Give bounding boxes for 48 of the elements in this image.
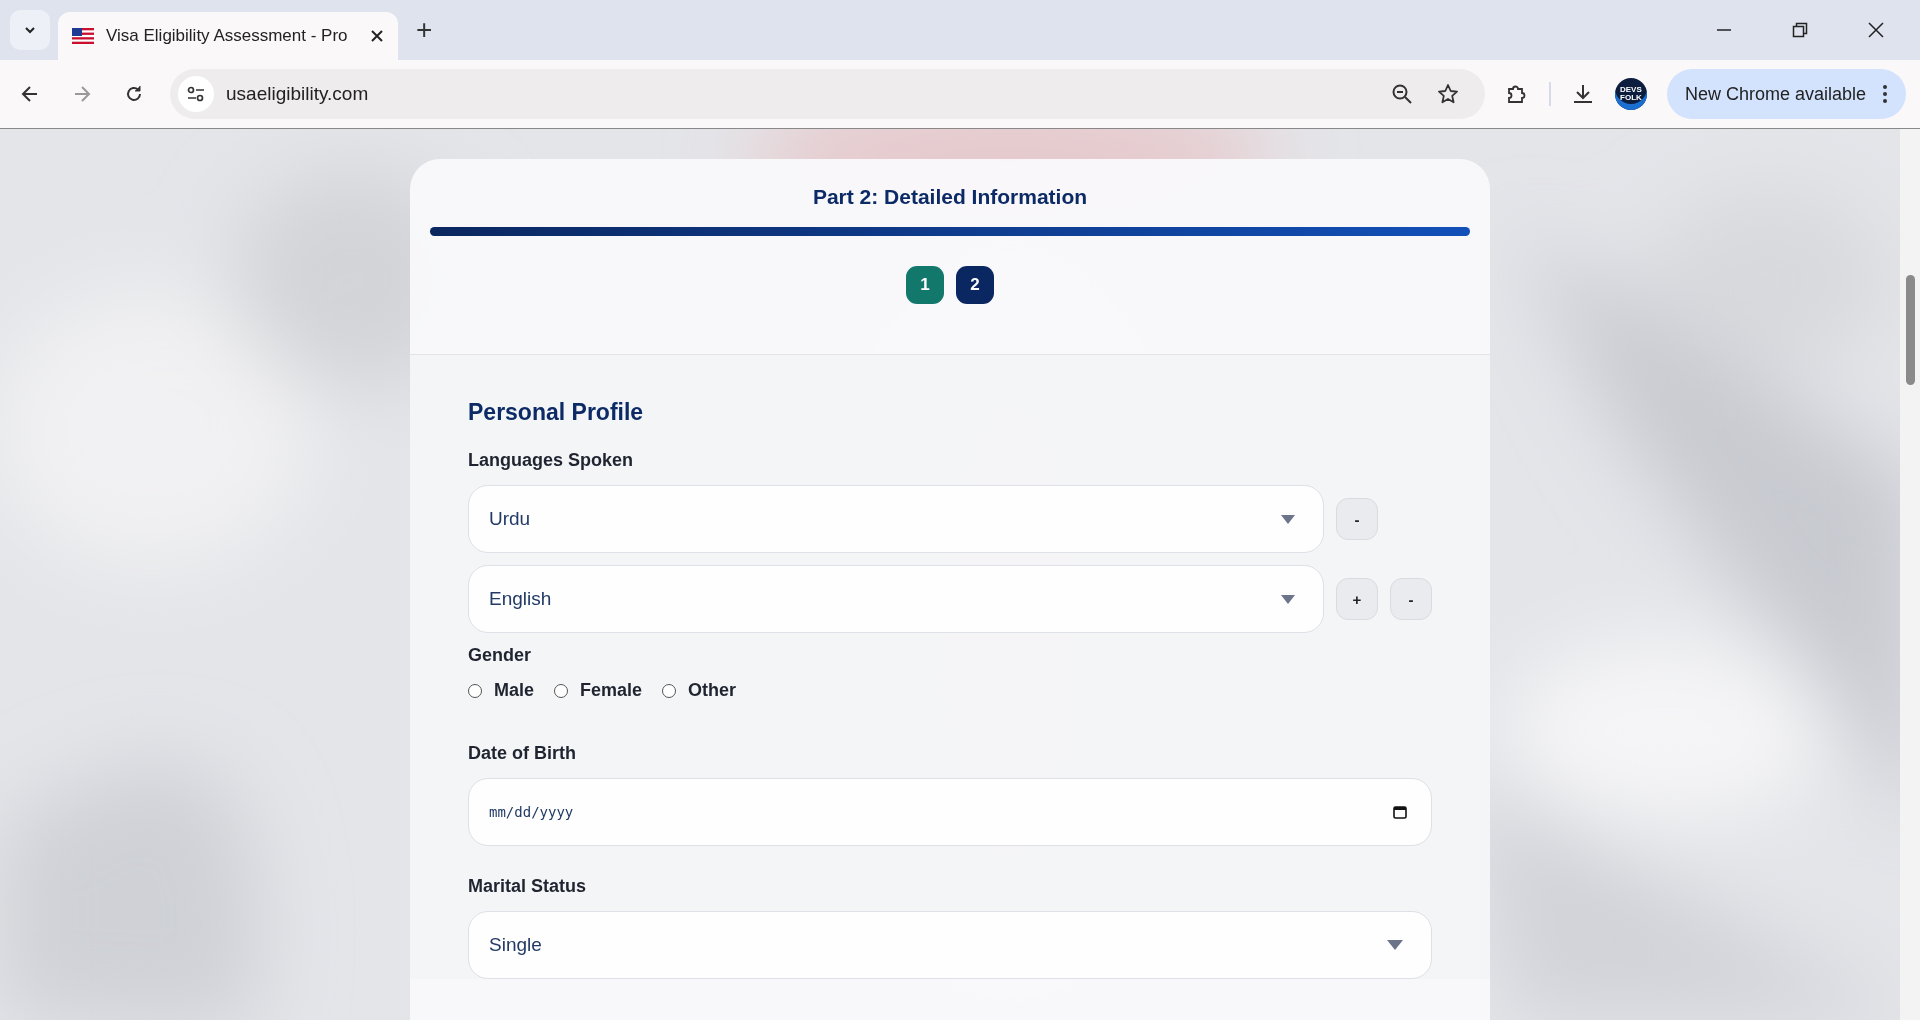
calendar-icon[interactable]	[1393, 805, 1407, 819]
dropdown-arrow-icon	[1387, 940, 1403, 950]
field-label: Gender	[468, 645, 533, 666]
row-button[interactable]: +	[1336, 578, 1378, 620]
scrollbar[interactable]	[1900, 129, 1920, 1020]
url-text: usaeligibility.com	[226, 83, 369, 105]
radio-button[interactable]	[554, 683, 569, 698]
field-label: Marital Status	[468, 876, 588, 897]
back-icon[interactable]	[20, 84, 40, 104]
field-label: Date of Birth	[468, 743, 577, 764]
field-label: Languages Spoken	[468, 450, 635, 471]
close-icon[interactable]	[370, 29, 384, 43]
select-field[interactable]: Single	[468, 911, 1432, 979]
section-title: Personal Profile	[468, 399, 645, 426]
dropdown-arrow-icon	[1281, 514, 1295, 524]
form-title: Part 2: Detailed Information	[812, 185, 1088, 209]
row-button[interactable]: -	[1336, 498, 1378, 540]
flag-icon	[72, 28, 94, 44]
tab-title: Visa Eligibility Assessment - Pro	[106, 26, 349, 46]
radio-option[interactable]: Male	[468, 680, 535, 701]
star-icon[interactable]	[1436, 83, 1459, 105]
step-badge[interactable]: 1	[906, 266, 944, 304]
zoom-out-icon[interactable]	[1390, 83, 1413, 105]
tune-icon	[186, 84, 206, 104]
radio-option[interactable]: Female	[554, 680, 643, 701]
radio-label: Other	[688, 680, 737, 701]
forward-icon[interactable]	[72, 84, 92, 104]
radio-label: Male	[494, 680, 535, 701]
profile-avatar[interactable]: DEVS FOLK	[1614, 78, 1647, 110]
browser-tab[interactable]: Visa Eligibility Assessment - Pro	[58, 12, 398, 60]
step-badge[interactable]: 2	[956, 266, 994, 304]
select-field[interactable]: Urdu	[468, 485, 1324, 553]
reload-icon[interactable]	[124, 84, 144, 104]
radio-option[interactable]: Other	[662, 680, 737, 701]
new-tab-button[interactable]: +	[406, 14, 443, 46]
update-button[interactable]: New Chrome available	[1666, 69, 1906, 119]
radio-label: Female	[580, 680, 643, 701]
site-info-button[interactable]	[178, 76, 214, 112]
restore-icon[interactable]	[1792, 22, 1808, 38]
row-button[interactable]: -	[1390, 578, 1432, 620]
radio-button[interactable]	[662, 683, 677, 698]
more-icon	[1882, 84, 1888, 104]
radio-button[interactable]	[468, 683, 482, 698]
select-field[interactable]: English	[468, 565, 1324, 633]
dropdown-arrow-icon	[1281, 594, 1295, 604]
date-field[interactable]: mm/dd/yyyy	[468, 778, 1432, 846]
close-icon[interactable]	[1868, 22, 1884, 38]
address-bar[interactable]: usaeligibility.com	[170, 69, 1485, 119]
